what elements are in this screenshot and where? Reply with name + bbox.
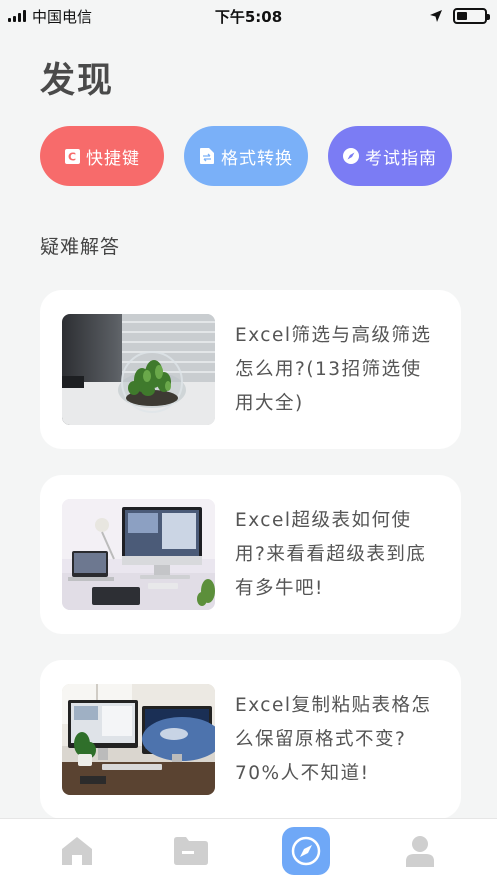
section-title: 疑难解答 — [40, 236, 121, 258]
svg-text:C: C — [67, 150, 76, 163]
format-convert-label: 格式转换 — [221, 148, 293, 169]
exam-guide-button[interactable]: 考试指南 — [328, 126, 452, 186]
desk-terrarium-photo — [62, 314, 215, 425]
battery-icon — [453, 8, 490, 24]
format-convert-button[interactable]: 格式转换 — [184, 126, 308, 186]
status-bar: 中国电信 下午5:08 — [0, 0, 497, 32]
article-card[interactable]: Excel超级表如何使用?来看看超级表到底有多牛吧! — [40, 475, 461, 634]
signal-icon — [8, 10, 26, 22]
article-card[interactable]: Excel筛选与高级筛选怎么用?(13招筛选使用大全) — [40, 290, 461, 449]
c-key-icon: C — [64, 148, 80, 164]
tab-home[interactable] — [47, 821, 107, 881]
tab-discover[interactable] — [276, 821, 336, 881]
article-title: Excel超级表如何使用?来看看超级表到底有多牛吧! — [235, 509, 427, 599]
tab-bar — [0, 818, 497, 883]
exam-guide-label: 考试指南 — [365, 148, 437, 169]
compass-icon — [291, 836, 320, 866]
dual-monitor-photo — [62, 684, 215, 795]
tab-discover-active-bg — [281, 827, 330, 875]
shortcut-keys-label: 快捷键 — [86, 148, 140, 169]
folder-icon — [174, 837, 209, 865]
file-convert-icon — [199, 148, 215, 164]
tab-profile[interactable] — [390, 821, 450, 881]
carrier-label: 中国电信 — [32, 7, 93, 26]
article-title: Excel复制粘贴表格怎么保留原格式不变?70%人不知道! — [235, 694, 432, 784]
quick-actions: C 快捷键 格式转换 考试指南 — [40, 126, 452, 186]
location-arrow-icon — [430, 10, 442, 22]
tab-files[interactable] — [161, 821, 221, 881]
home-icon — [62, 837, 93, 865]
article-card[interactable]: Excel复制粘贴表格怎么保留原格式不变?70%人不知道! — [40, 660, 461, 819]
imac-desk-photo — [62, 499, 215, 610]
shortcut-keys-button[interactable]: C 快捷键 — [40, 126, 164, 186]
person-icon — [405, 836, 434, 867]
compass-icon — [343, 148, 359, 164]
article-title: Excel筛选与高级筛选怎么用?(13招筛选使用大全) — [235, 324, 432, 414]
page-title: 发现 — [40, 61, 115, 101]
